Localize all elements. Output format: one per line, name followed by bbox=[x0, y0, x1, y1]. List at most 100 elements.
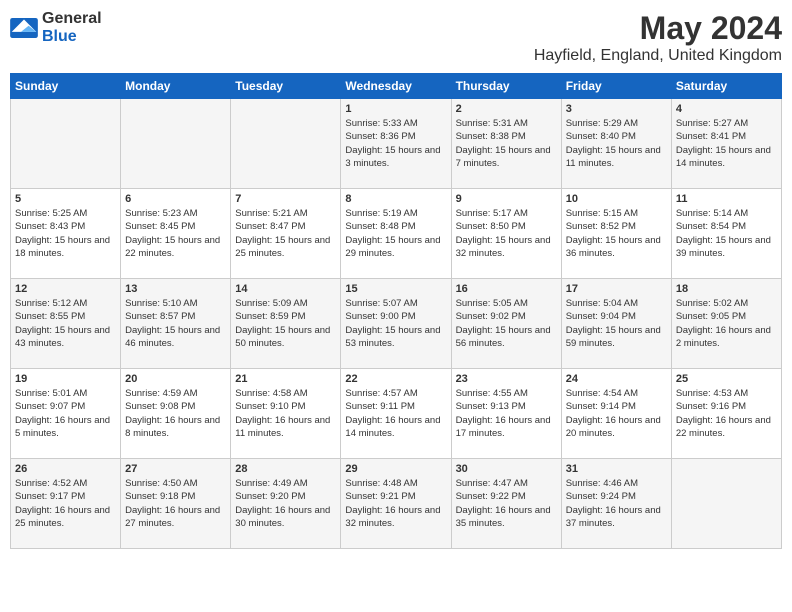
day-number: 29 bbox=[345, 463, 446, 475]
day-number: 31 bbox=[566, 463, 667, 475]
calendar-cell: 12 Sunrise: 5:12 AM Sunset: 8:55 PM Dayli… bbox=[11, 279, 121, 369]
calendar-cell: 26 Sunrise: 4:52 AM Sunset: 9:17 PM Dayli… bbox=[11, 459, 121, 549]
day-header-monday: Monday bbox=[121, 74, 231, 99]
calendar-cell bbox=[671, 459, 781, 549]
day-info: Sunrise: 5:14 AM Sunset: 8:54 PM Dayligh… bbox=[676, 207, 777, 260]
day-info: Sunrise: 5:33 AM Sunset: 8:36 PM Dayligh… bbox=[345, 117, 446, 170]
calendar-cell: 18Sunrise: 5:02 AM Sunset: 9:05 PM Dayli… bbox=[671, 279, 781, 369]
calendar-cell: 31 Sunrise: 4:46 AM Sunset: 9:24 PM Dayli… bbox=[561, 459, 671, 549]
day-number: 20 bbox=[125, 373, 226, 385]
day-info: Sunrise: 5:23 AM Sunset: 8:45 PM Dayligh… bbox=[125, 207, 226, 260]
calendar-cell: 30 Sunrise: 4:47 AM Sunset: 9:22 PM Dayli… bbox=[451, 459, 561, 549]
calendar-cell: 13 Sunrise: 5:10 AM Sunset: 8:57 PM Dayli… bbox=[121, 279, 231, 369]
day-number: 12 bbox=[15, 283, 116, 295]
calendar-cell: 3 Sunrise: 5:29 AM Sunset: 8:40 PM Daylig… bbox=[561, 99, 671, 189]
day-info: Sunrise: 5:09 AM Sunset: 8:59 PM Dayligh… bbox=[235, 297, 336, 350]
day-header-tuesday: Tuesday bbox=[231, 74, 341, 99]
day-number: 25 bbox=[676, 373, 777, 385]
logo-blue: Blue bbox=[42, 28, 77, 45]
day-info: Sunrise: 5:17 AM Sunset: 8:50 PM Dayligh… bbox=[456, 207, 557, 260]
day-info: Sunrise: 5:21 AM Sunset: 8:47 PM Dayligh… bbox=[235, 207, 336, 260]
calendar-cell: 22 Sunrise: 4:57 AM Sunset: 9:11 PM Dayli… bbox=[341, 369, 451, 459]
day-info: Sunrise: 4:53 AM Sunset: 9:16 PM Dayligh… bbox=[676, 387, 777, 440]
title-block: May 2024 Hayfield, England, United Kingd… bbox=[534, 10, 782, 65]
calendar-cell: 10 Sunrise: 5:15 AM Sunset: 8:52 PM Dayli… bbox=[561, 189, 671, 279]
day-info: Sunrise: 5:01 AM Sunset: 9:07 PM Dayligh… bbox=[15, 387, 116, 440]
day-number: 1 bbox=[345, 103, 446, 115]
day-info: Sunrise: 5:12 AM Sunset: 8:55 PM Dayligh… bbox=[15, 297, 116, 350]
logo-icon bbox=[10, 18, 38, 38]
calendar-cell: 17 Sunrise: 5:04 AM Sunset: 9:04 PM Dayli… bbox=[561, 279, 671, 369]
calendar-cell bbox=[121, 99, 231, 189]
day-number: 10 bbox=[566, 193, 667, 205]
day-number: 27 bbox=[125, 463, 226, 475]
day-info: Sunrise: 4:59 AM Sunset: 9:08 PM Dayligh… bbox=[125, 387, 226, 440]
day-number: 5 bbox=[15, 193, 116, 205]
day-number: 30 bbox=[456, 463, 557, 475]
day-info: Sunrise: 5:15 AM Sunset: 8:52 PM Dayligh… bbox=[566, 207, 667, 260]
day-info: Sunrise: 5:04 AM Sunset: 9:04 PM Dayligh… bbox=[566, 297, 667, 350]
day-info: Sunrise: 4:54 AM Sunset: 9:14 PM Dayligh… bbox=[566, 387, 667, 440]
day-info: Sunrise: 4:46 AM Sunset: 9:24 PM Dayligh… bbox=[566, 477, 667, 530]
calendar-cell: 8Sunrise: 5:19 AM Sunset: 8:48 PM Daylig… bbox=[341, 189, 451, 279]
day-number: 28 bbox=[235, 463, 336, 475]
calendar-cell: 24Sunrise: 4:54 AM Sunset: 9:14 PM Dayli… bbox=[561, 369, 671, 459]
calendar-cell: 28 Sunrise: 4:49 AM Sunset: 9:20 PM Dayli… bbox=[231, 459, 341, 549]
calendar-cell: 1 Sunrise: 5:33 AM Sunset: 8:36 PM Daylig… bbox=[341, 99, 451, 189]
day-number: 17 bbox=[566, 283, 667, 295]
day-number: 2 bbox=[456, 103, 557, 115]
day-number: 9 bbox=[456, 193, 557, 205]
day-header-thursday: Thursday bbox=[451, 74, 561, 99]
day-info: Sunrise: 4:47 AM Sunset: 9:22 PM Dayligh… bbox=[456, 477, 557, 530]
day-info: Sunrise: 4:49 AM Sunset: 9:20 PM Dayligh… bbox=[235, 477, 336, 530]
calendar-cell: 6 Sunrise: 5:23 AM Sunset: 8:45 PM Daylig… bbox=[121, 189, 231, 279]
day-info: Sunrise: 4:48 AM Sunset: 9:21 PM Dayligh… bbox=[345, 477, 446, 530]
day-number: 13 bbox=[125, 283, 226, 295]
day-header-sunday: Sunday bbox=[11, 74, 121, 99]
day-number: 3 bbox=[566, 103, 667, 115]
day-info: Sunrise: 4:52 AM Sunset: 9:17 PM Dayligh… bbox=[15, 477, 116, 530]
calendar-cell: 9 Sunrise: 5:17 AM Sunset: 8:50 PM Daylig… bbox=[451, 189, 561, 279]
logo: General Blue bbox=[10, 10, 102, 46]
month-title: May 2024 bbox=[534, 10, 782, 47]
day-info: Sunrise: 5:27 AM Sunset: 8:41 PM Dayligh… bbox=[676, 117, 777, 170]
day-number: 11 bbox=[676, 193, 777, 205]
day-number: 6 bbox=[125, 193, 226, 205]
day-number: 15 bbox=[345, 283, 446, 295]
calendar-cell: 11 Sunrise: 5:14 AM Sunset: 8:54 PM Dayli… bbox=[671, 189, 781, 279]
day-info: Sunrise: 5:05 AM Sunset: 9:02 PM Dayligh… bbox=[456, 297, 557, 350]
calendar-cell: 19 Sunrise: 5:01 AM Sunset: 9:07 PM Dayli… bbox=[11, 369, 121, 459]
location-title: Hayfield, England, United Kingdom bbox=[534, 47, 782, 65]
day-info: Sunrise: 5:31 AM Sunset: 8:38 PM Dayligh… bbox=[456, 117, 557, 170]
day-number: 22 bbox=[345, 373, 446, 385]
day-header-friday: Friday bbox=[561, 74, 671, 99]
day-header-saturday: Saturday bbox=[671, 74, 781, 99]
calendar-cell: 4 Sunrise: 5:27 AM Sunset: 8:41 PM Daylig… bbox=[671, 99, 781, 189]
day-number: 8 bbox=[345, 193, 446, 205]
week-row-1: 1 Sunrise: 5:33 AM Sunset: 8:36 PM Daylig… bbox=[11, 99, 782, 189]
day-info: Sunrise: 4:57 AM Sunset: 9:11 PM Dayligh… bbox=[345, 387, 446, 440]
day-info: Sunrise: 5:10 AM Sunset: 8:57 PM Dayligh… bbox=[125, 297, 226, 350]
week-row-4: 19 Sunrise: 5:01 AM Sunset: 9:07 PM Dayli… bbox=[11, 369, 782, 459]
calendar-cell: 2 Sunrise: 5:31 AM Sunset: 8:38 PM Daylig… bbox=[451, 99, 561, 189]
calendar-cell: 14 Sunrise: 5:09 AM Sunset: 8:59 PM Dayli… bbox=[231, 279, 341, 369]
logo-general: General bbox=[42, 10, 102, 27]
day-number: 21 bbox=[235, 373, 336, 385]
day-number: 4 bbox=[676, 103, 777, 115]
calendar-cell: 27 Sunrise: 4:50 AM Sunset: 9:18 PM Dayli… bbox=[121, 459, 231, 549]
day-number: 19 bbox=[15, 373, 116, 385]
calendar-cell: 7Sunrise: 5:21 AM Sunset: 8:47 PM Daylig… bbox=[231, 189, 341, 279]
week-row-3: 12 Sunrise: 5:12 AM Sunset: 8:55 PM Dayli… bbox=[11, 279, 782, 369]
calendar-cell: 16Sunrise: 5:05 AM Sunset: 9:02 PM Dayli… bbox=[451, 279, 561, 369]
day-info: Sunrise: 4:55 AM Sunset: 9:13 PM Dayligh… bbox=[456, 387, 557, 440]
page-header: General Blue May 2024 Hayfield, England,… bbox=[10, 10, 782, 65]
day-info: Sunrise: 4:50 AM Sunset: 9:18 PM Dayligh… bbox=[125, 477, 226, 530]
day-number: 26 bbox=[15, 463, 116, 475]
week-row-2: 5Sunrise: 5:25 AM Sunset: 8:43 PM Daylig… bbox=[11, 189, 782, 279]
day-number: 14 bbox=[235, 283, 336, 295]
day-number: 18 bbox=[676, 283, 777, 295]
day-number: 23 bbox=[456, 373, 557, 385]
logo-text: General Blue bbox=[42, 10, 102, 46]
calendar-table: SundayMondayTuesdayWednesdayThursdayFrid… bbox=[10, 73, 782, 549]
day-info: Sunrise: 5:29 AM Sunset: 8:40 PM Dayligh… bbox=[566, 117, 667, 170]
